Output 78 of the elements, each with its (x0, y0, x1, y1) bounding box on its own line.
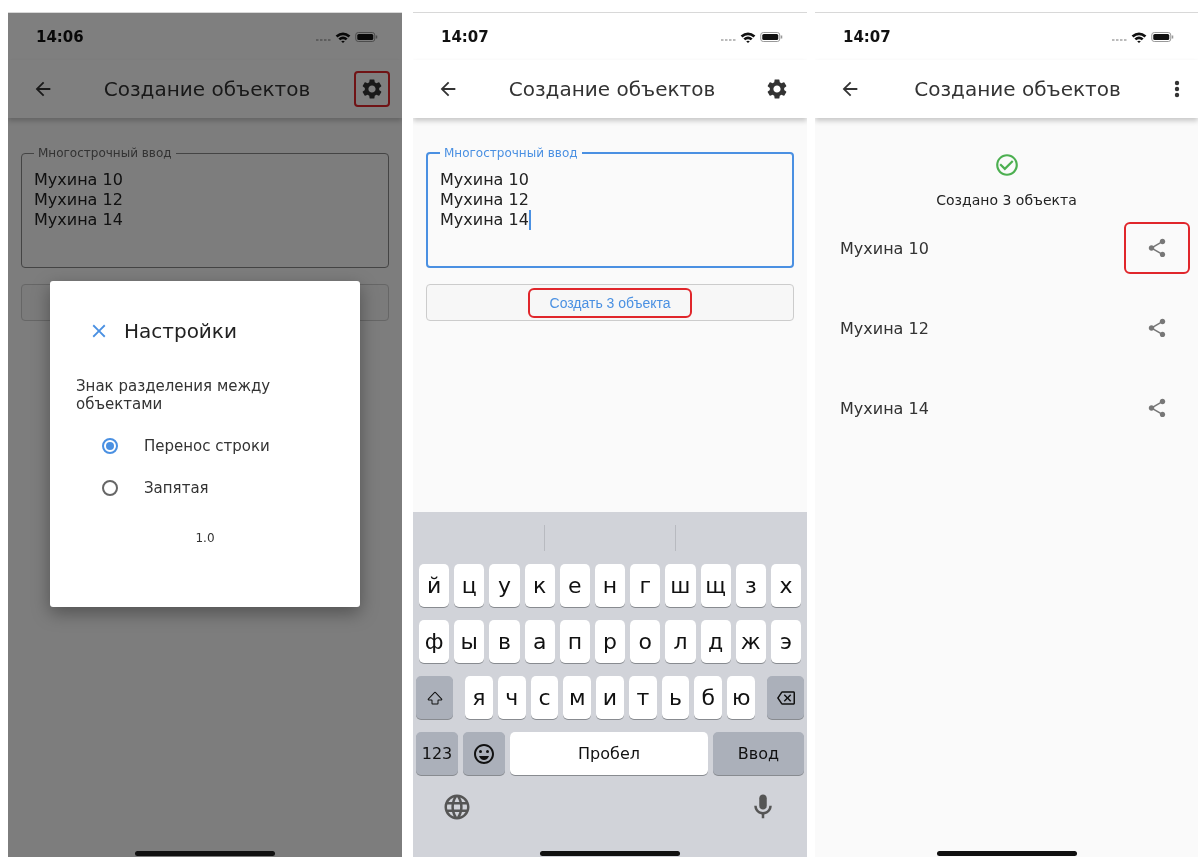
letter-key[interactable]: ю (727, 676, 756, 719)
letter-key[interactable]: щ (700, 564, 731, 607)
return-key[interactable]: Ввод (713, 732, 804, 775)
wifi-icon (335, 30, 351, 43)
letter-key[interactable]: п (559, 620, 590, 663)
version-text: 1.0 (195, 531, 215, 545)
success-message: Создано 3 объекта (936, 192, 1077, 208)
emoji-icon (472, 741, 496, 766)
backspace-key[interactable] (767, 676, 805, 719)
wifi-icon (740, 30, 756, 43)
letter-key[interactable]: б (694, 676, 723, 719)
battery-icon (1151, 31, 1174, 42)
letter-key[interactable]: й (419, 564, 450, 607)
battery-icon (355, 31, 378, 42)
backspace-icon (776, 688, 795, 707)
letter-key[interactable]: о (630, 620, 661, 663)
letter-key[interactable]: я (465, 676, 493, 719)
space-key[interactable]: Пробел (510, 732, 708, 775)
letter-key[interactable]: м (563, 676, 592, 719)
letter-key[interactable]: н (594, 564, 626, 607)
share-icon (1146, 397, 1168, 419)
object-name: Мухина 14 (840, 398, 929, 418)
emoji-key[interactable] (463, 732, 505, 775)
shift-icon (426, 689, 443, 706)
globe-icon[interactable] (442, 792, 472, 822)
share-icon (1146, 317, 1168, 339)
numbers-key[interactable]: 123 (416, 732, 458, 775)
multiline-input-field[interactable]: Многострочный ввод Мухина 10 Мухина 12 Мухина 14 (21, 146, 389, 268)
letter-key[interactable]: ф (419, 620, 450, 663)
settings-icon (360, 77, 384, 101)
letter-key[interactable]: э (770, 620, 802, 663)
letter-key[interactable]: р (594, 620, 626, 663)
status-time: 14:07 (843, 27, 891, 46)
letter-key[interactable]: в (489, 620, 520, 663)
more-icon (1174, 80, 1180, 98)
letter-key[interactable]: ы (454, 620, 485, 663)
radio-icon[interactable] (102, 480, 118, 496)
multiline-input-field[interactable]: Многострочный ввод Мухина 10 Мухина 12 Мухина 14 (426, 146, 794, 268)
share-button[interactable] (1124, 222, 1190, 274)
app-bar-title: Создание объектов (102, 77, 312, 101)
letter-key[interactable]: х (770, 564, 802, 607)
object-name: Мухина 10 (840, 238, 929, 258)
letter-key[interactable]: ь (661, 676, 690, 719)
object-name: Мухина 12 (840, 318, 929, 338)
battery-icon (760, 31, 783, 42)
radio-option[interactable]: Запятая (102, 479, 334, 497)
letter-key[interactable]: т (628, 676, 657, 719)
letter-key[interactable]: а (524, 620, 555, 663)
letter-key[interactable]: ц (454, 564, 485, 607)
signal-dots-icon (1112, 37, 1127, 42)
dialog-title: Настройки (124, 319, 237, 343)
letter-key[interactable]: с (530, 676, 559, 719)
letter-key[interactable]: и (596, 676, 624, 719)
app-bar-title: Создание объектов (913, 77, 1122, 101)
signal-dots-icon (316, 37, 331, 42)
radio-option[interactable]: Перенос строки (102, 437, 334, 455)
text-cursor (528, 210, 531, 230)
shift-key[interactable] (416, 676, 453, 719)
separator-prompt: Знак разделения между объектами (76, 377, 272, 413)
letter-key[interactable]: к (524, 564, 555, 607)
success-check-icon (993, 152, 1020, 178)
letter-key[interactable]: ш (665, 564, 696, 607)
status-time: 14:06 (36, 27, 84, 46)
letter-key[interactable]: ч (497, 676, 526, 719)
settings-icon (765, 77, 789, 101)
radio-icon[interactable] (102, 438, 118, 454)
wifi-icon (1131, 30, 1147, 43)
letter-key[interactable]: е (559, 564, 590, 607)
letter-key[interactable]: у (489, 564, 520, 607)
letter-key[interactable]: ж (735, 620, 766, 663)
letter-key[interactable]: д (700, 620, 731, 663)
status-time: 14:07 (441, 27, 489, 46)
signal-dots-icon (721, 37, 736, 42)
letter-key[interactable]: г (630, 564, 661, 607)
share-icon (1146, 237, 1168, 259)
app-bar-title: Создание объектов (507, 77, 717, 101)
letter-key[interactable]: з (735, 564, 766, 607)
letter-key[interactable]: л (665, 620, 696, 663)
